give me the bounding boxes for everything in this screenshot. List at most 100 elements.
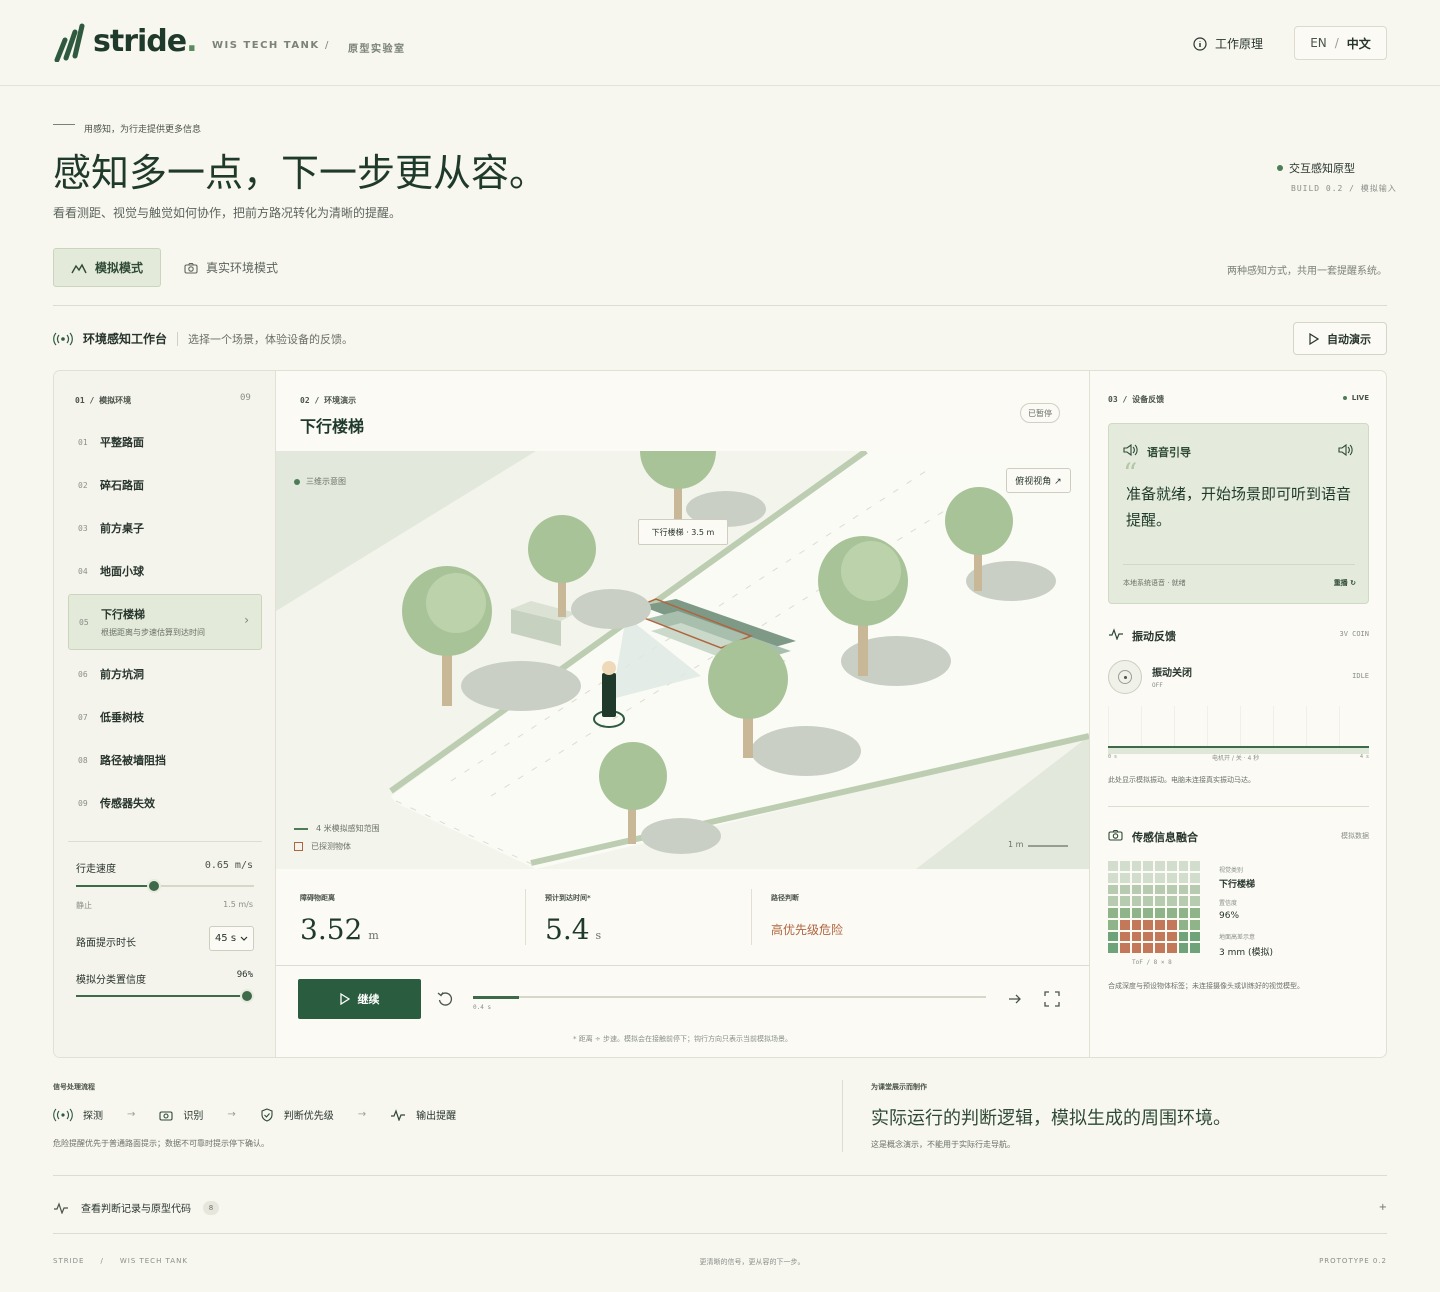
fusion-note: 合成深度与预设物体标签；未连接摄像头或训练好的视觉模型。 — [1108, 982, 1304, 990]
scene-title: 下行楼梯 — [300, 417, 365, 436]
scene-label: 平整路面 — [100, 436, 144, 449]
scene-viewport[interactable]: 三维示意图 俯视视角 ↗ 下行楼梯 · 3.5 m 4 米模拟感知范围 已探测物… — [276, 451, 1089, 869]
log-label: 查看判断记录与原型代码 — [81, 1204, 191, 1215]
lang-zh[interactable]: 中文 — [1347, 35, 1371, 52]
language-toggle[interactable]: EN / 中文 — [1294, 26, 1387, 60]
how-label: 工作原理 — [1215, 37, 1264, 51]
confidence-slider-handle[interactable] — [239, 989, 254, 1003]
scene-item-selected[interactable]: 05 下行楼梯 根据距离与步速估算到达时间 › — [68, 594, 262, 650]
build-label: BUILD 0.2 / 模拟输入 — [1291, 184, 1397, 193]
tof-cell — [1190, 896, 1200, 906]
tof-cell — [1131, 919, 1142, 930]
device-feedback-panel: 03 / 设备反馈 LIVE 语音引导 “ 准备就绪，开始场景即可听到语音提醒。… — [1089, 371, 1386, 1057]
tof-cell — [1143, 872, 1153, 883]
expand-plus-icon[interactable]: + — [1379, 1202, 1387, 1213]
scene-number: 09 — [78, 798, 88, 808]
scene-label: 低垂树枝 — [100, 711, 144, 724]
real-mode-button[interactable]: 真实环境模式 — [184, 259, 278, 276]
replay-button[interactable]: 重播 ↻ — [1334, 578, 1356, 588]
user-figure — [602, 673, 616, 717]
divider — [751, 889, 752, 945]
tof-cell — [1143, 884, 1153, 895]
vibration-note: 此处显示模拟振动。电脑未连接真实振动马达。 — [1108, 776, 1255, 784]
continue-button[interactable]: 继续 — [298, 979, 421, 1019]
lang-en[interactable]: EN — [1310, 36, 1327, 50]
voice-text: 准备就绪，开始场景即可听到语音提醒。 — [1126, 485, 1352, 529]
surface-label: 地面高差示意 — [1219, 934, 1256, 941]
distance-value: 3.52 — [300, 913, 363, 946]
voice-title: 语音引导 — [1147, 446, 1191, 459]
eta-metric: 5.4 s — [545, 913, 601, 946]
restart-icon[interactable] — [437, 991, 453, 1007]
vibration-axis-end: 4 s — [1359, 754, 1369, 760]
divider — [68, 841, 262, 842]
tof-cell — [1155, 884, 1165, 895]
speed-value: 0.65 m/s — [204, 860, 253, 871]
log-toggle[interactable]: 查看判断记录与原型代码 8 + — [53, 1200, 1387, 1215]
distance-metric: 3.52 m — [300, 913, 379, 946]
confidence-value: 96% — [1219, 911, 1240, 921]
duration-select[interactable]: 45 s — [209, 926, 254, 951]
scene-item[interactable]: 09 传感器失效 — [68, 782, 262, 824]
legend-range-text: 4 米模拟感知范围 — [316, 824, 380, 833]
tof-cell — [1190, 943, 1200, 953]
brand-name[interactable]: stride. — [93, 24, 198, 59]
camera-icon — [159, 1110, 173, 1121]
tof-cell — [1178, 861, 1189, 871]
page-subtitle: 看看测距、视觉与触觉如何协作，把前方路况转化为清晰的提醒。 — [53, 206, 402, 220]
grid-label: ToF / 8 × 8 — [1132, 959, 1172, 966]
workbench-card: 01 / 模拟环境 09 01 平整路面 02 碎石路面 03 前方桌子 04 地面小球… — [53, 370, 1387, 1058]
simulation-mode-button[interactable]: 模拟模式 — [53, 248, 161, 287]
top-view-button[interactable]: 俯视视角 ↗ — [1006, 468, 1071, 493]
legend-range: 4 米模拟感知范围 — [294, 823, 380, 834]
divider — [276, 965, 1089, 966]
layer-dot — [294, 478, 300, 485]
tof-cell — [1108, 896, 1118, 906]
tof-cell — [1108, 943, 1118, 953]
scene-item[interactable]: 08 路径被墙阻挡 — [68, 739, 262, 781]
pulse-icon — [54, 1201, 68, 1214]
arrow-right-icon[interactable] — [1007, 991, 1023, 1007]
voice-guidance-card: 语音引导 “ 准备就绪，开始场景即可听到语音提醒。 本地系统语音 · 就绪 重播… — [1108, 423, 1369, 604]
speed-slider-fill — [76, 885, 155, 887]
footer-sep: / — [100, 1257, 104, 1265]
play-icon — [339, 993, 350, 1005]
vibration-motor-icon[interactable] — [1108, 660, 1142, 694]
scene-item[interactable]: 06 前方坑洞 — [68, 653, 262, 695]
scene-item[interactable]: 01 平整路面 — [68, 421, 262, 463]
vibration-axis-start: 0 s — [1108, 754, 1118, 760]
status-dot — [1277, 165, 1283, 171]
scene-item[interactable]: 07 低垂树枝 — [68, 696, 262, 738]
fusion-tag: 模拟数据 — [1341, 832, 1369, 840]
legend-line — [294, 827, 308, 830]
voice-source: 本地系统语音 · 就绪 — [1123, 579, 1186, 587]
divider — [53, 1175, 1387, 1176]
scene-item[interactable]: 04 地面小球 — [68, 550, 262, 592]
scene-label: 前方桌子 — [100, 522, 144, 535]
eyebrow-line — [53, 124, 75, 125]
scene-item[interactable]: 03 前方桌子 — [68, 507, 262, 549]
tof-cell — [1143, 861, 1153, 871]
pipeline-step-recognize: 识别 — [183, 1111, 204, 1122]
timeline-scrubber[interactable] — [473, 996, 986, 998]
speed-slider-handle[interactable] — [147, 879, 162, 893]
stride-logo-icon — [54, 23, 85, 62]
scene-item[interactable]: 02 碎石路面 — [68, 464, 262, 506]
sim-mode-label: 模拟模式 — [94, 261, 143, 275]
tof-cell — [1108, 919, 1118, 930]
footer-org: WIS TECH TANK — [119, 1257, 188, 1265]
how-it-works-link[interactable]: 工作原理 — [1193, 35, 1263, 52]
duration-label: 路面提示时长 — [76, 938, 136, 949]
grass-area — [276, 451, 536, 611]
fusion-title: 传感信息融合 — [1132, 831, 1198, 844]
fullscreen-icon[interactable] — [1044, 991, 1060, 1007]
judgement-value: 高优先级危险 — [771, 923, 844, 937]
auto-demo-button[interactable]: 自动演示 — [1293, 322, 1387, 355]
confidence-label: 模拟分类置信度 — [76, 975, 146, 986]
tof-cell — [1166, 919, 1177, 930]
duration-value: 45 s — [214, 933, 237, 944]
real-mode-label: 真实环境模式 — [206, 261, 279, 275]
speaker-play-icon[interactable] — [1338, 444, 1354, 456]
pipeline-note: 危险提醒优先于普通路面提示；数据不可靠时提示停下确认。 — [53, 1139, 269, 1148]
tof-cell — [1143, 908, 1153, 918]
